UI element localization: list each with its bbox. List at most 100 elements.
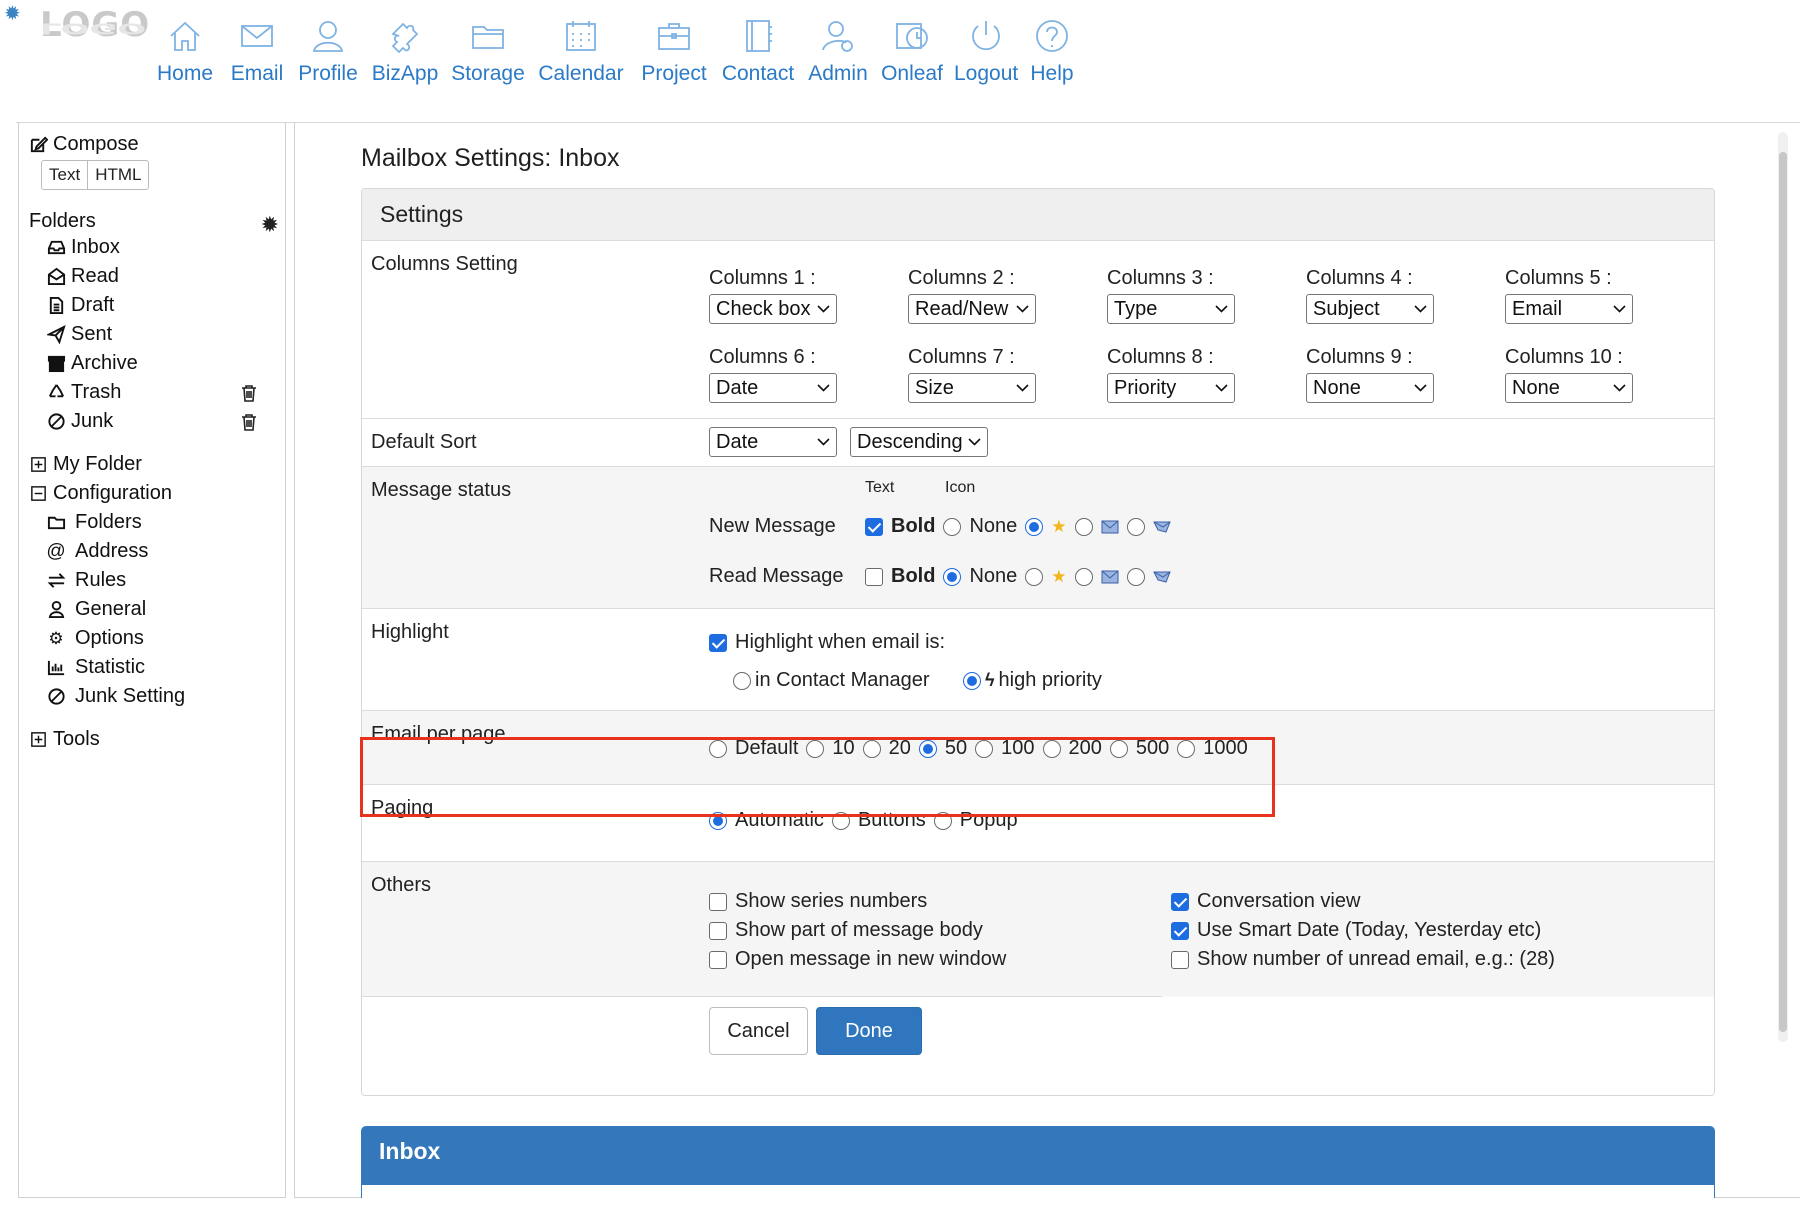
cancel-button[interactable]: Cancel [709, 1007, 808, 1055]
sidebar-item-inbox[interactable]: Inbox [45, 236, 120, 259]
read-message-bold-checkbox[interactable] [865, 567, 883, 586]
read-message-icon-envelope-radio[interactable] [1126, 567, 1145, 586]
empty-junk-icon[interactable] [241, 413, 259, 431]
admin-user-icon [806, 16, 870, 58]
nav-profile-label: Profile [298, 62, 358, 85]
sort-field-select[interactable]: Date [709, 427, 837, 457]
sidebar-item-sent[interactable]: Sent [45, 323, 112, 346]
sort-order-select[interactable]: Descending [850, 427, 988, 457]
sidebar-config-junk-setting[interactable]: Junk Setting [45, 685, 185, 708]
message-status-label: Message status [371, 479, 512, 501]
new-window-checkbox[interactable] [709, 950, 727, 969]
nav-calendar[interactable]: Calendar [538, 16, 624, 86]
sidebar-item-draft[interactable]: Draft [45, 294, 114, 317]
sidebar-config-address[interactable]: @ Address [45, 540, 148, 563]
highlight-contact-radio[interactable] [733, 671, 751, 690]
columns-5-select[interactable]: Email [1505, 294, 1633, 324]
conversation-view-checkbox[interactable] [1171, 892, 1189, 911]
show-body-checkbox[interactable] [709, 921, 727, 940]
sidebar-config-folders[interactable]: Folders [45, 511, 142, 534]
compose-html-button[interactable]: HTML [87, 161, 148, 189]
columns-1-select[interactable]: Check box [709, 294, 837, 324]
sidebar-item-junk[interactable]: Junk [45, 410, 281, 433]
read-message-icon-bold-radio[interactable] [943, 567, 962, 586]
columns-9-select[interactable]: None [1306, 373, 1434, 403]
tools-label: Tools [53, 728, 100, 750]
envelope-icon [1101, 520, 1118, 533]
expand-plus-icon [27, 729, 49, 751]
done-button[interactable]: Done [816, 1007, 922, 1055]
show-series-checkbox[interactable] [709, 892, 727, 911]
sidebar-my-folder[interactable]: My Folder [27, 453, 142, 476]
inbox-panel-header: Inbox [361, 1126, 1715, 1198]
new-message-icon-envelope-radio[interactable] [1126, 517, 1145, 536]
nav-home[interactable]: Home [154, 16, 216, 86]
nav-project-label: Project [641, 62, 707, 85]
read-message-label: Read Message [709, 565, 844, 587]
compose-text-button[interactable]: Text [42, 161, 87, 189]
read-message-icon-none-radio[interactable] [1025, 567, 1044, 586]
columns-2-select[interactable]: Read/New [908, 294, 1036, 324]
new-message-bold-checkbox[interactable] [865, 517, 883, 536]
inbox-icon [45, 237, 67, 259]
nav-profile[interactable]: Profile [294, 16, 362, 86]
nav-admin[interactable]: Admin [806, 16, 870, 86]
columns-7-select[interactable]: Size [908, 373, 1036, 403]
columns-4-label: Columns 4 : [1306, 267, 1413, 289]
sidebar-config-statistic[interactable]: Statistic [45, 656, 145, 679]
nav-contact[interactable]: Contact [718, 16, 798, 86]
exchange-icon [45, 570, 67, 592]
compose-link[interactable]: Compose [27, 133, 139, 156]
columns-10-select[interactable]: None [1505, 373, 1633, 403]
highlight-when-checkbox[interactable] [709, 633, 727, 652]
new-message-icon-none-radio[interactable] [1025, 517, 1044, 536]
sidebar-item-archive[interactable]: Archive [45, 352, 138, 375]
user-icon [45, 599, 67, 621]
nav-calendar-label: Calendar [538, 62, 624, 85]
smart-date-checkbox[interactable] [1171, 921, 1189, 940]
sidebar-item-trash[interactable]: Trash [45, 381, 281, 404]
inbox-panel-body [361, 1184, 1715, 1198]
columns-setting-label: Columns Setting [371, 253, 518, 275]
folders-settings-gear-icon[interactable]: ✹ [261, 212, 279, 238]
columns-3-label: Columns 3 : [1107, 267, 1214, 289]
nav-email[interactable]: Email [226, 16, 288, 86]
scrollbar[interactable] [1778, 132, 1788, 1042]
highlight-row: Highlight Highlight when email is: in Co… [362, 609, 1714, 711]
read-message-icon-star-radio[interactable] [1074, 567, 1093, 586]
nav-help[interactable]: Help [1030, 16, 1074, 86]
show-body-label: Show part of message body [735, 919, 983, 941]
envelope-icon [1101, 570, 1118, 583]
scrollbar-thumb[interactable] [1779, 152, 1787, 1032]
columns-4-select[interactable]: Subject [1306, 294, 1434, 324]
read-message-bold-label: Bold [891, 565, 936, 587]
bolt-icon: ϟ [985, 670, 995, 690]
new-message-icon-bold-radio[interactable] [943, 517, 962, 536]
sidebar-configuration[interactable]: Configuration [27, 482, 172, 505]
columns-3-select[interactable]: Type [1107, 294, 1235, 324]
folders-heading-label: Folders [29, 210, 96, 232]
nav-storage-label: Storage [451, 62, 525, 85]
sidebar-config-general[interactable]: General [45, 598, 146, 621]
unread-count-checkbox[interactable] [1171, 950, 1189, 969]
columns-8-select[interactable]: Priority [1107, 373, 1235, 403]
highlight-label: Highlight [371, 621, 449, 643]
nav-logout[interactable]: Logout [954, 16, 1018, 86]
sidebar-tools[interactable]: Tools [27, 728, 100, 751]
others-unread-count: Show number of unread email, e.g.: (28) [1171, 948, 1555, 971]
envelope-flying-icon [1152, 521, 1171, 533]
highlight-priority-radio[interactable] [963, 671, 981, 690]
new-message-icon-star-radio[interactable] [1074, 517, 1093, 536]
sidebar-config-options[interactable]: ⚙ Options [45, 627, 144, 650]
sidebar-config-rules[interactable]: Rules [45, 569, 126, 592]
empty-trash-icon[interactable] [241, 384, 259, 402]
columns-2: Columns 2 : [908, 267, 1015, 296]
nav-storage[interactable]: Storage [450, 16, 526, 86]
sidebar-item-read[interactable]: Read [45, 265, 119, 288]
nav-bizapp[interactable]: BizApp [368, 16, 442, 86]
columns-6-select[interactable]: Date [709, 373, 837, 403]
ban-icon [45, 686, 67, 708]
nav-onleaf[interactable]: Onleaf [880, 16, 944, 86]
puzzle-icon [368, 16, 442, 58]
nav-project[interactable]: Project [636, 16, 712, 86]
